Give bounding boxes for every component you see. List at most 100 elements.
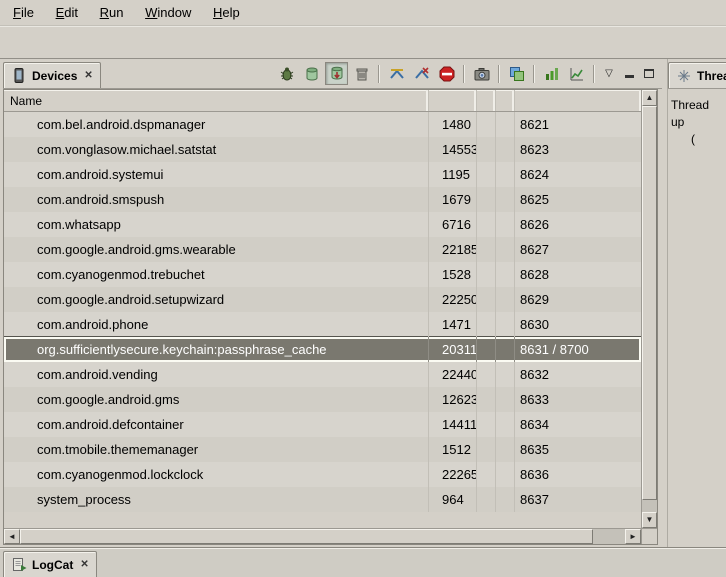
- profile-threads-button[interactable]: [410, 62, 433, 85]
- device-table-header: Name: [4, 90, 641, 112]
- stop-process-button[interactable]: [435, 62, 458, 85]
- update-threads-button[interactable]: [385, 62, 408, 85]
- cell-port: 8637: [515, 487, 641, 512]
- table-row[interactable]: com.android.smspush 1679 8625: [4, 187, 641, 212]
- table-row[interactable]: org.sufficientlysecure.keychain:passphra…: [4, 337, 641, 362]
- threads-panel-header: Threa: [668, 59, 726, 89]
- cell-spacer-1: [477, 212, 496, 237]
- cell-spacer-2: [496, 337, 515, 362]
- cell-process-name: com.android.defcontainer: [4, 412, 429, 437]
- cell-pid: 12623: [429, 387, 477, 412]
- view-menu-button[interactable]: ▽: [600, 65, 618, 83]
- main-toolbar: [0, 26, 726, 59]
- scroll-right-button[interactable]: ►: [625, 529, 641, 544]
- system-stats-button[interactable]: [565, 62, 588, 85]
- cell-process-name: com.cyanogenmod.trebuchet: [4, 262, 429, 287]
- view-hierarchy-button[interactable]: [505, 62, 528, 85]
- horizontal-scrollbar-track[interactable]: [593, 529, 625, 544]
- menu-window[interactable]: Window: [136, 0, 200, 25]
- threads-icon: [676, 68, 692, 84]
- cell-pid: 22265: [429, 462, 477, 487]
- tab-threads[interactable]: Threa: [668, 62, 726, 88]
- cell-process-name: com.bel.android.dspmanager: [4, 112, 429, 137]
- cell-spacer-2: [496, 112, 515, 137]
- cell-spacer-2: [496, 187, 515, 212]
- device-table-columns: Name com.bel.android.dspmanager 1480 862…: [4, 90, 641, 528]
- cell-pid: 22440: [429, 362, 477, 387]
- method-profiling-button[interactable]: [540, 62, 563, 85]
- cell-process-name: com.google.android.gms.wearable: [4, 237, 429, 262]
- chevron-down-icon: ▽: [605, 68, 613, 79]
- cell-pid: 14553: [429, 137, 477, 162]
- vertical-scrollbar-track[interactable]: [642, 500, 657, 512]
- cell-pid: 22185: [429, 237, 477, 262]
- toolbar-separator: [593, 65, 595, 83]
- vertical-scrollbar-thumb[interactable]: [642, 106, 657, 500]
- maximize-button[interactable]: [640, 65, 658, 83]
- cell-port: 8629: [515, 287, 641, 312]
- horizontal-scrollbar[interactable]: ◄ ►: [4, 529, 641, 544]
- table-row[interactable]: com.whatsapp 6716 8626: [4, 212, 641, 237]
- scroll-left-button[interactable]: ◄: [4, 529, 20, 544]
- cell-process-name: org.sufficientlysecure.keychain:passphra…: [4, 337, 429, 362]
- table-row[interactable]: com.cyanogenmod.trebuchet 1528 8628: [4, 262, 641, 287]
- update-threads-icon: [389, 66, 405, 82]
- table-row[interactable]: com.bel.android.dspmanager 1480 8621: [4, 112, 641, 137]
- column-header-name[interactable]: Name: [4, 90, 429, 111]
- cell-port: 8625: [515, 187, 641, 212]
- table-row[interactable]: com.tmobile.thememanager 1512 8635: [4, 437, 641, 462]
- cell-spacer-2: [496, 237, 515, 262]
- close-icon[interactable]: ✕: [82, 70, 92, 81]
- tab-devices[interactable]: Devices ✕: [3, 62, 101, 88]
- arrow-left-icon: ◄: [8, 533, 16, 541]
- cell-port: 8621: [515, 112, 641, 137]
- dump-hprof-button[interactable]: [325, 62, 348, 85]
- menu-edit[interactable]: Edit: [47, 0, 87, 25]
- threads-message-line1: Thread up: [671, 97, 723, 131]
- cell-port: 8635: [515, 437, 641, 462]
- cell-spacer-1: [477, 387, 496, 412]
- column-header-spacer-2[interactable]: [496, 90, 515, 111]
- tab-logcat[interactable]: LogCat ✕: [3, 551, 97, 577]
- cell-port: 8624: [515, 162, 641, 187]
- column-header-pid[interactable]: [429, 90, 477, 111]
- close-icon[interactable]: ✕: [78, 559, 88, 570]
- toolbar-separator: [463, 65, 465, 83]
- cell-port: 8632: [515, 362, 641, 387]
- line-chart-icon: [569, 66, 585, 82]
- menu-file[interactable]: File: [4, 0, 43, 25]
- device-icon: [11, 68, 27, 84]
- cell-process-name: com.android.systemui: [4, 162, 429, 187]
- scroll-down-button[interactable]: ▼: [642, 512, 657, 528]
- cell-spacer-2: [496, 362, 515, 387]
- debug-process-button[interactable]: [275, 62, 298, 85]
- vertical-scrollbar[interactable]: ▲ ▼: [641, 90, 657, 528]
- table-row[interactable]: com.google.android.setupwizard 22250 862…: [4, 287, 641, 312]
- minimize-button[interactable]: [620, 65, 638, 83]
- table-row[interactable]: com.android.defcontainer 14411 8634: [4, 412, 641, 437]
- table-row[interactable]: com.google.android.gms 12623 8633: [4, 387, 641, 412]
- cell-spacer-1: [477, 412, 496, 437]
- cell-pid: 1679: [429, 187, 477, 212]
- table-row[interactable]: com.google.android.gms.wearable 22185 86…: [4, 237, 641, 262]
- cell-spacer-2: [496, 412, 515, 437]
- horizontal-scrollbar-thumb[interactable]: [20, 529, 593, 544]
- table-row[interactable]: com.android.vending 22440 8632: [4, 362, 641, 387]
- table-row[interactable]: system_process 964 8637: [4, 487, 641, 512]
- column-header-port[interactable]: [515, 90, 641, 111]
- table-row[interactable]: com.android.phone 1471 8630: [4, 312, 641, 337]
- menu-help[interactable]: Help: [204, 0, 249, 25]
- cell-spacer-1: [477, 262, 496, 287]
- cell-spacer-1: [477, 487, 496, 512]
- column-header-spacer-1[interactable]: [477, 90, 496, 111]
- menu-run[interactable]: Run: [91, 0, 133, 25]
- scrollbar-corner: [641, 529, 657, 544]
- menu-bar: File Edit Run Window Help: [0, 0, 726, 26]
- table-row[interactable]: com.cyanogenmod.lockclock 22265 8636: [4, 462, 641, 487]
- update-heap-button[interactable]: [300, 62, 323, 85]
- table-row[interactable]: com.vonglasow.michael.satstat 14553 8623: [4, 137, 641, 162]
- screen-capture-button[interactable]: [470, 62, 493, 85]
- scroll-up-button[interactable]: ▲: [642, 90, 657, 106]
- table-row[interactable]: com.android.systemui 1195 8624: [4, 162, 641, 187]
- cause-gc-button[interactable]: [350, 62, 373, 85]
